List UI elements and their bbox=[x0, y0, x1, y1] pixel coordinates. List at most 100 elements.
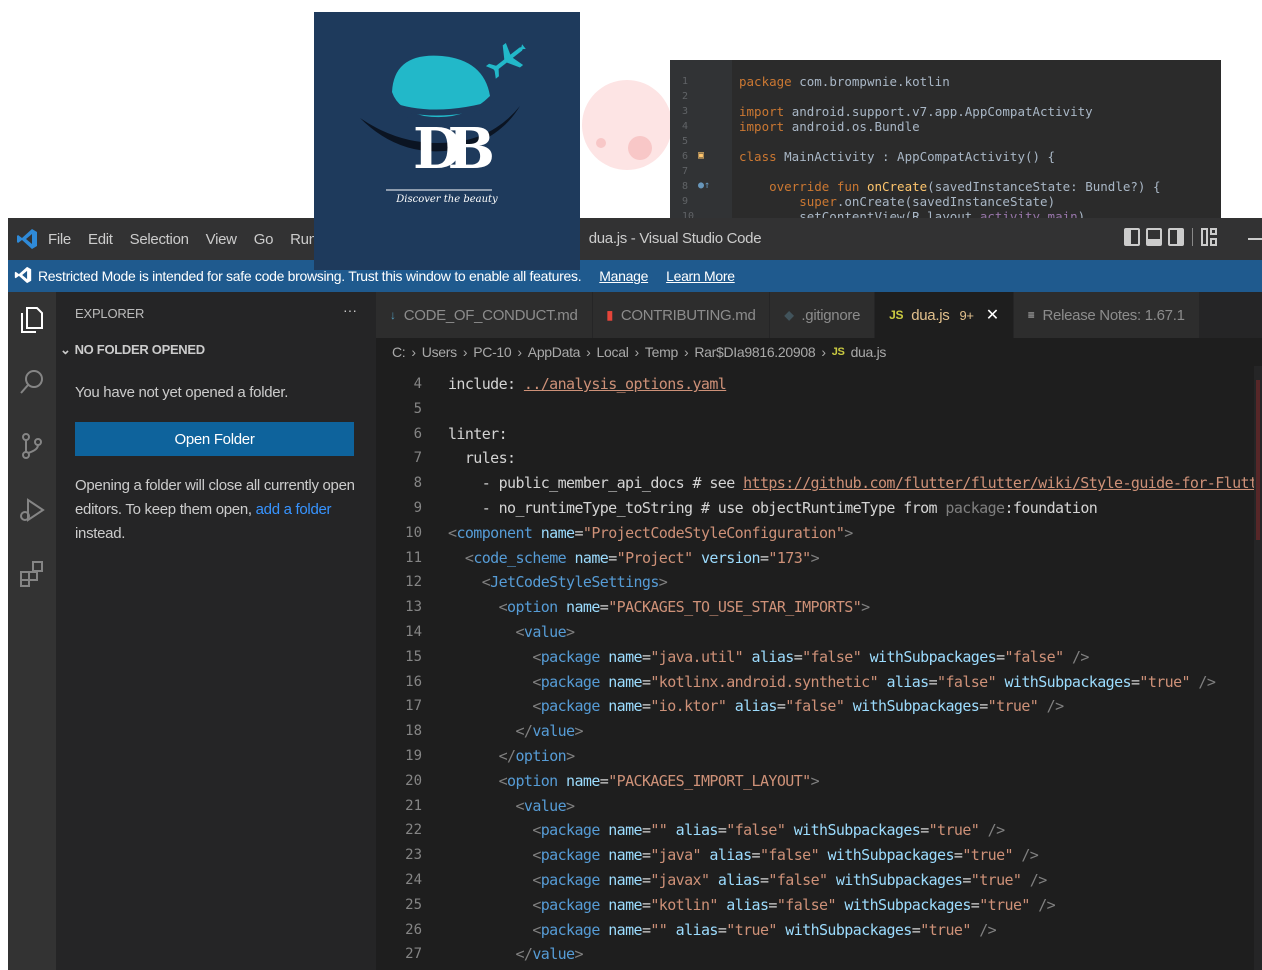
search-icon[interactable] bbox=[16, 366, 48, 398]
code-line: <package name="javax" alias="false" with… bbox=[532, 871, 1047, 889]
breadcrumb-file[interactable]: dua.js bbox=[851, 344, 887, 360]
line-code: import android.os.Bundle bbox=[739, 119, 920, 134]
chevron-down-icon: ⌄ bbox=[60, 342, 71, 357]
learn-more-link[interactable]: Learn More bbox=[666, 268, 735, 284]
close-icon[interactable]: ✕ bbox=[986, 305, 999, 325]
breadcrumb-segment[interactable]: C: bbox=[392, 344, 406, 360]
breadcrumb-segment[interactable]: Temp bbox=[645, 344, 678, 360]
line-number: 17 bbox=[405, 698, 422, 715]
line-number: 5 bbox=[413, 400, 422, 417]
breadcrumb-segment[interactable]: PC-10 bbox=[473, 344, 511, 360]
line-number: 26 bbox=[405, 921, 422, 938]
divider bbox=[1192, 228, 1193, 246]
activity-bar bbox=[8, 292, 56, 970]
line-number: 16 bbox=[405, 673, 422, 690]
line-number: 8 bbox=[413, 475, 422, 492]
customize-layout-icon[interactable] bbox=[1201, 228, 1217, 246]
code-line: <package name="io.ktor" alias="false" wi… bbox=[532, 697, 1064, 716]
editor-tab[interactable]: ▮ CONTRIBUTING.md bbox=[592, 292, 771, 338]
code-line: <package name="kotlin" alias="false" wit… bbox=[532, 895, 1056, 914]
more-actions-icon[interactable]: ··· bbox=[343, 302, 357, 318]
editor-tab[interactable]: ◆ .gitignore bbox=[770, 292, 876, 338]
open-folder-button[interactable]: Open Folder bbox=[75, 422, 354, 456]
code-line: <option name="PACKAGES_TO_USE_STAR_IMPOR… bbox=[498, 598, 871, 617]
snippet-line: 4 import android.os.Bundle bbox=[670, 119, 1221, 134]
file-type-icon: JS bbox=[889, 308, 904, 322]
extensions-icon[interactable] bbox=[16, 558, 48, 590]
code-editor[interactable]: 4 include: ../analysis_options.yaml 5 6 lint… bbox=[376, 366, 1262, 970]
chevron-right-icon: › bbox=[517, 344, 522, 360]
line-number: 4 bbox=[682, 121, 689, 132]
code-line: <package name="java.util" alias="false" … bbox=[532, 647, 1089, 666]
editor-scrollbar[interactable] bbox=[1254, 366, 1262, 970]
line-number: 10 bbox=[405, 524, 422, 541]
line-code: override fun onCreate(savedInstanceState… bbox=[769, 179, 1161, 194]
line-number: 4 bbox=[413, 376, 422, 392]
file-type-icon: ≡ bbox=[1027, 308, 1035, 322]
layout-controls bbox=[1124, 228, 1217, 246]
line-number: 27 bbox=[405, 946, 422, 963]
line-number: 13 bbox=[405, 599, 422, 616]
chevron-right-icon: › bbox=[821, 344, 826, 360]
page: DB Discover the beauty 1 package com.brom… bbox=[0, 0, 1262, 970]
snippet-line: 5 bbox=[670, 134, 1221, 149]
breadcrumb: C: › Users › PC-10 › AppData › Local › Temp › Rar$DI… bbox=[376, 338, 1262, 366]
manage-link[interactable]: Manage bbox=[599, 268, 648, 284]
snippet-line: 8 override fun onCreate(savedInstanceSta… bbox=[670, 179, 1221, 194]
error-marker bbox=[1256, 380, 1260, 540]
editor-tabs: ↓ CODE_OF_CONDUCT.md ▮ CONTRIBUTING.md ◆ .git… bbox=[376, 292, 1262, 338]
code-line: - no_runtimeType_toString # use objectRu… bbox=[448, 499, 1098, 517]
snippet-line: 1 package com.brompwnie.kotlin bbox=[670, 74, 1221, 89]
breadcrumb-segment[interactable]: AppData bbox=[528, 344, 581, 360]
breadcrumb-segment[interactable]: Local bbox=[597, 344, 629, 360]
run-debug-icon[interactable] bbox=[16, 494, 48, 526]
tab-label: CONTRIBUTING.md bbox=[620, 306, 756, 324]
explorer-icon[interactable] bbox=[16, 304, 48, 336]
minimize-button[interactable] bbox=[1248, 238, 1262, 240]
line-code: import android.support.v7.app.AppCompatA… bbox=[739, 104, 1093, 119]
chevron-right-icon: › bbox=[411, 344, 416, 360]
line-number: 2 bbox=[682, 91, 689, 102]
tab-label: Release Notes: 1.67.1 bbox=[1042, 306, 1185, 324]
add-folder-link[interactable]: add a folder bbox=[256, 501, 332, 518]
window-title: dua.js - Visual Studio Code bbox=[588, 230, 762, 247]
code-line: <package name="" alias="false" withSubpa… bbox=[532, 821, 1005, 840]
no-folder-section[interactable]: ⌄ NO FOLDER OPENED bbox=[60, 342, 205, 358]
line-number: 11 bbox=[405, 549, 422, 566]
line-number: 5 bbox=[682, 136, 689, 147]
code-line: <JetCodeStyleSettings> bbox=[481, 573, 668, 592]
toggle-panel-icon[interactable] bbox=[1146, 228, 1162, 246]
title-bar: File Edit Selection View Go Run dua.js -… bbox=[8, 218, 1262, 260]
toggle-secondary-sidebar-icon[interactable] bbox=[1168, 228, 1184, 246]
file-type-icon: ◆ bbox=[784, 308, 794, 322]
source-control-icon[interactable] bbox=[16, 430, 48, 462]
line-number: 25 bbox=[405, 896, 422, 913]
note-text-end: instead. bbox=[75, 525, 126, 542]
code-line: <component name="ProjectCodeStyleConfigu… bbox=[448, 523, 853, 542]
code-line: linter: bbox=[448, 424, 508, 443]
code-line: <package name="" alias="true" withSubpac… bbox=[532, 920, 997, 939]
chevron-right-icon: › bbox=[586, 344, 591, 360]
open-folder-note: Opening a folder will close all currentl… bbox=[75, 474, 360, 546]
toggle-primary-sidebar-icon[interactable] bbox=[1124, 228, 1140, 246]
logo-tagline: Discover the beauty bbox=[396, 194, 498, 205]
editor-tab[interactable]: JS dua.js 9+ ✕ bbox=[875, 292, 1014, 338]
breadcrumb-segment[interactable]: Users bbox=[422, 344, 457, 360]
code-line: </value> bbox=[515, 945, 583, 964]
line-number: 7 bbox=[682, 166, 689, 177]
code-line: <package name="kotlinx.android.synthetic… bbox=[532, 672, 1216, 691]
snippet-line: 2 bbox=[670, 89, 1221, 104]
restricted-mode-banner: Restricted Mode is intended for safe cod… bbox=[8, 260, 1262, 292]
logo-letters: DB bbox=[413, 116, 495, 182]
code-line: <option name="PACKAGES_IMPORT_LAYOUT"> bbox=[498, 771, 820, 790]
breadcrumb-segment[interactable]: Rar$DIa9816.20908 bbox=[694, 344, 815, 360]
file-type-icon: ↓ bbox=[390, 308, 396, 322]
editor-tab[interactable]: ↓ CODE_OF_CONDUCT.md bbox=[376, 292, 593, 338]
chevron-right-icon: › bbox=[462, 344, 468, 360]
vscode-window: File Edit Selection View Go Run dua.js -… bbox=[8, 218, 1262, 970]
line-number: 22 bbox=[405, 822, 422, 839]
chevron-right-icon: › bbox=[634, 344, 640, 360]
editor-tab[interactable]: ≡ Release Notes: 1.67.1 bbox=[1013, 292, 1200, 338]
snippet-line: 3 import android.support.v7.app.AppCompat… bbox=[670, 104, 1221, 119]
line-number: 20 bbox=[405, 772, 422, 789]
